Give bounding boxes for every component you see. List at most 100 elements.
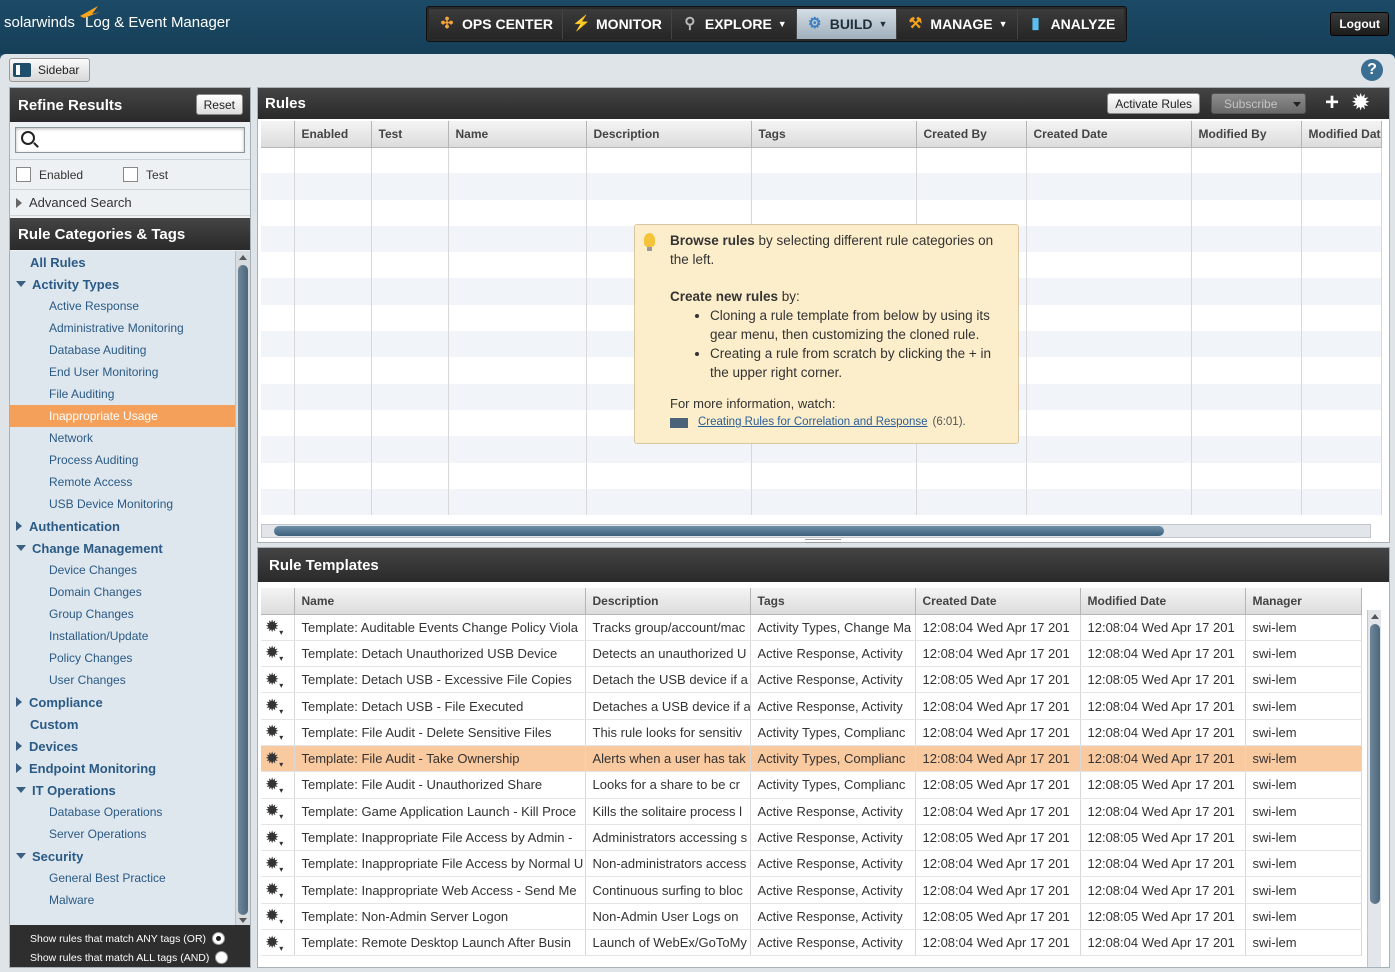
collapsed-arrow-icon[interactable] — [16, 697, 22, 707]
nav-monitor[interactable]: ⚡ MONITOR — [563, 9, 672, 39]
expanded-arrow-icon[interactable] — [16, 545, 26, 551]
match-any-radio[interactable] — [212, 932, 226, 945]
column-header[interactable] — [261, 588, 295, 615]
search-input[interactable] — [15, 127, 245, 153]
help-icon[interactable]: ? — [1361, 59, 1383, 81]
subcategory-active-response[interactable]: Active Response — [10, 295, 236, 317]
subcategory-database-auditing[interactable]: Database Auditing — [10, 339, 236, 361]
column-header[interactable]: Tags — [750, 588, 916, 615]
advanced-search-toggle[interactable]: Advanced Search — [10, 190, 250, 216]
scroll-thumb[interactable] — [1370, 624, 1380, 904]
category-security[interactable]: Security — [10, 845, 236, 867]
subcategory-remote-access[interactable]: Remote Access — [10, 471, 236, 493]
subcategory-usb-device-monitoring[interactable]: USB Device Monitoring — [10, 493, 236, 515]
template-row[interactable]: ✹▾ Template: File Audit - Delete Sensitiv… — [261, 719, 1362, 746]
template-row[interactable]: ✹▾ Template: File Audit - Take Ownership A… — [261, 745, 1362, 773]
gear-menu-icon[interactable]: ✹▾ — [261, 614, 295, 641]
template-row[interactable]: ✹▾ Template: Inappropriate Web Access - S… — [261, 876, 1362, 904]
match-any-option[interactable]: Show rules that match ANY tags (OR) — [10, 929, 250, 948]
match-all-option[interactable]: Show rules that match ALL tags (AND) — [10, 948, 250, 967]
gear-menu-icon[interactable]: ✹▾ — [261, 929, 295, 957]
subcategory-general-best-practice[interactable]: General Best Practice — [10, 867, 236, 889]
templates-vertical-scrollbar[interactable] — [1367, 610, 1381, 967]
column-header[interactable]: Modified By — [1191, 121, 1302, 148]
subcategory-database-operations[interactable]: Database Operations — [10, 801, 236, 823]
subcategory-end-user-monitoring[interactable]: End User Monitoring — [10, 361, 236, 383]
column-header[interactable]: Enabled — [294, 121, 372, 148]
nav-ops-center[interactable]: ✣ OPS CENTER — [429, 9, 564, 39]
subcategory-group-changes[interactable]: Group Changes — [10, 603, 236, 625]
template-row[interactable]: ✹▾ Template: Inappropriate File Access by… — [261, 850, 1362, 878]
scroll-up-icon[interactable] — [1371, 614, 1379, 619]
nav-manage[interactable]: ⚒ MANAGE ▼ — [897, 9, 1018, 39]
match-all-radio[interactable] — [215, 951, 229, 964]
add-rule-icon[interactable]: + — [1325, 91, 1339, 115]
column-header[interactable]: Test — [371, 121, 449, 148]
column-header[interactable] — [261, 121, 295, 148]
scroll-up-icon[interactable] — [239, 255, 247, 260]
template-row[interactable]: ✹▾ Template: Detach Unauthorized USB Devi… — [261, 640, 1362, 668]
subcategory-malware[interactable]: Malware — [10, 889, 236, 911]
column-header[interactable]: Created Date — [915, 588, 1081, 615]
sidebar-toggle-button[interactable]: Sidebar — [9, 58, 90, 82]
column-header[interactable]: Modified Date — [1080, 588, 1246, 615]
category-change-management[interactable]: Change Management — [10, 537, 236, 559]
expanded-arrow-icon[interactable] — [16, 281, 26, 287]
subcategory-policy-changes[interactable]: Policy Changes — [10, 647, 236, 669]
category-activity-types[interactable]: Activity Types — [10, 273, 236, 295]
gear-menu-icon[interactable]: ✹▾ — [261, 798, 295, 825]
template-row[interactable]: ✹▾ Template: Detach USB - File Executed De… — [261, 692, 1362, 720]
test-checkbox[interactable] — [123, 167, 139, 182]
collapsed-arrow-icon[interactable] — [16, 741, 22, 751]
category-endpoint-monitoring[interactable]: Endpoint Monitoring — [10, 757, 236, 779]
expanded-arrow-icon[interactable] — [16, 787, 26, 793]
category-all-rules[interactable]: All Rules — [10, 251, 236, 273]
subcategory-user-changes[interactable]: User Changes — [10, 669, 236, 691]
column-header[interactable]: Manager — [1245, 588, 1362, 615]
subcategory-file-auditing[interactable]: File Auditing — [10, 383, 236, 405]
gear-menu-icon[interactable]: ✹▾ — [261, 719, 295, 746]
subcategory-administrative-monitoring[interactable]: Administrative Monitoring — [10, 317, 236, 339]
template-row[interactable]: ✹▾ Template: Detach USB - Excessive File … — [261, 666, 1362, 694]
column-header[interactable]: Modified Dat — [1301, 121, 1382, 148]
video-link[interactable]: Creating Rules for Correlation and Respo… — [698, 413, 927, 432]
column-header[interactable]: Created Date — [1026, 121, 1192, 148]
collapsed-arrow-icon[interactable] — [16, 521, 22, 531]
activate-rules-button[interactable]: Activate Rules — [1107, 93, 1200, 114]
gear-menu-icon[interactable]: ✹▾ — [261, 771, 295, 799]
category-it-operations[interactable]: IT Operations — [10, 779, 236, 801]
scroll-down-icon[interactable] — [239, 918, 247, 923]
subcategory-domain-changes[interactable]: Domain Changes — [10, 581, 236, 603]
template-row[interactable]: ✹▾ Template: Inappropriate File Access by… — [261, 824, 1362, 852]
template-row[interactable]: ✹▾ Template: Auditable Events Change Poli… — [261, 614, 1362, 641]
gear-menu-icon[interactable]: ✹▾ — [261, 824, 295, 852]
gear-menu-icon[interactable]: ✹▾ — [261, 876, 295, 904]
panel-splitter[interactable] — [805, 539, 841, 543]
reset-button[interactable]: Reset — [195, 94, 243, 115]
expanded-arrow-icon[interactable] — [16, 853, 26, 859]
category-tree-scrollbar[interactable] — [235, 251, 250, 927]
subcategory-network[interactable]: Network — [10, 427, 236, 449]
column-header[interactable]: Description — [585, 588, 751, 615]
gear-menu-icon[interactable]: ✹▾ — [261, 903, 295, 931]
subcategory-device-changes[interactable]: Device Changes — [10, 559, 236, 581]
column-header[interactable]: Name — [294, 588, 586, 615]
gear-menu-icon[interactable]: ✹▾ — [261, 850, 295, 878]
gear-menu-icon[interactable]: ✹▾ — [261, 745, 295, 773]
nav-explore[interactable]: ⚲ EXPLORE ▼ — [671, 9, 797, 39]
rules-horizontal-scrollbar[interactable] — [261, 524, 1371, 538]
template-row[interactable]: ✹▾ Template: Non-Admin Server Logon Non-Ad… — [261, 903, 1362, 931]
gear-menu-icon[interactable]: ✹▾ — [261, 692, 295, 720]
gear-icon[interactable]: ✹ — [1352, 92, 1369, 114]
nav-analyze[interactable]: ▮ ANALYZE — [1017, 9, 1125, 39]
category-devices[interactable]: Devices — [10, 735, 236, 757]
category-custom[interactable]: Custom — [10, 713, 236, 735]
subscribe-button[interactable]: Subscribe — [1211, 93, 1306, 114]
nav-build[interactable]: ⚙ BUILD ▼ — [796, 9, 898, 39]
gear-menu-icon[interactable]: ✹▾ — [261, 666, 295, 694]
column-header[interactable]: Name — [448, 121, 587, 148]
category-authentication[interactable]: Authentication — [10, 515, 236, 537]
template-row[interactable]: ✹▾ Template: File Audit - Unauthorized Sh… — [261, 771, 1362, 799]
category-compliance[interactable]: Compliance — [10, 691, 236, 713]
template-row[interactable]: ✹▾ Template: Remote Desktop Launch After … — [261, 929, 1362, 957]
